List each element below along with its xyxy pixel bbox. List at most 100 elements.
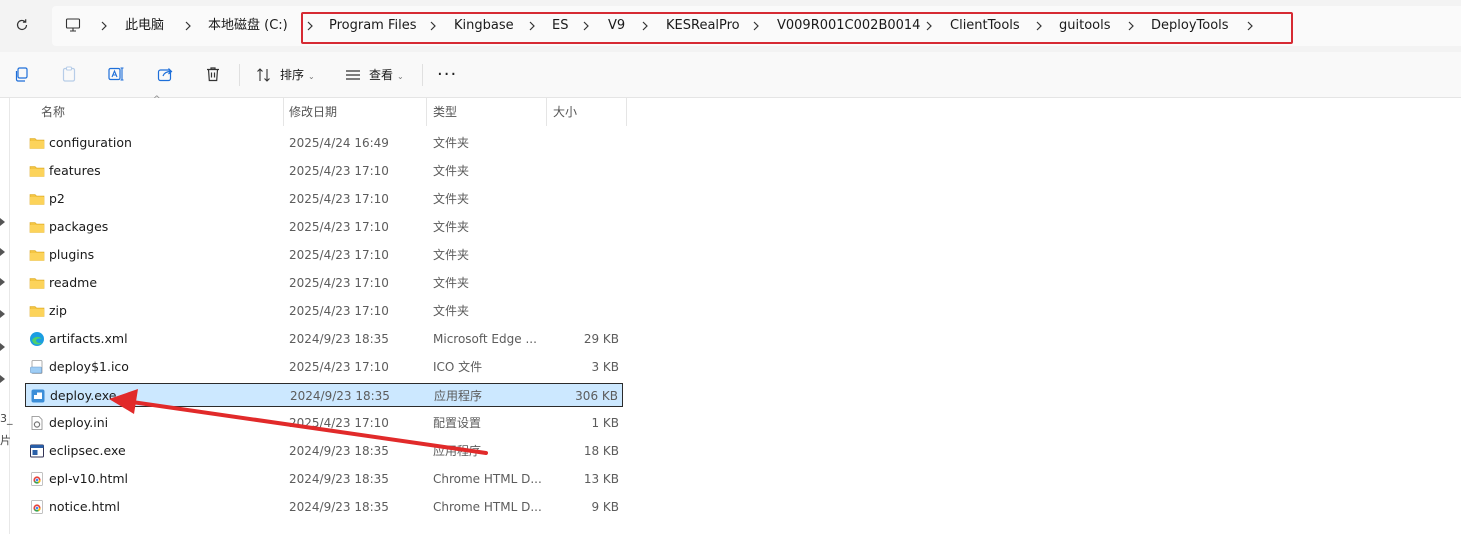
file-date: 2024/9/23 18:35 bbox=[289, 332, 389, 346]
column-divider[interactable] bbox=[546, 98, 547, 126]
chevron-right-icon[interactable] bbox=[1244, 6, 1256, 46]
chevron-right-icon[interactable] bbox=[0, 215, 6, 226]
file-name: deploy$1.ico bbox=[49, 359, 129, 374]
ini-file-icon bbox=[29, 415, 45, 431]
refresh-icon[interactable] bbox=[14, 17, 30, 33]
delete-icon[interactable] bbox=[204, 65, 222, 83]
breadcrumb-drive[interactable]: 本地磁盘 (C:) bbox=[208, 6, 288, 46]
paste-icon[interactable] bbox=[60, 65, 78, 83]
rename-icon[interactable] bbox=[107, 65, 125, 83]
address-bar-row: 此电脑 本地磁盘 (C:) Program Files Kingbase ES … bbox=[0, 0, 1461, 52]
breadcrumb-es[interactable]: ES bbox=[552, 6, 568, 46]
folder-icon bbox=[29, 275, 45, 291]
breadcrumb-kingbase[interactable]: Kingbase bbox=[454, 6, 514, 46]
file-type: 配置设置 bbox=[433, 416, 482, 430]
file-date: 2025/4/23 17:10 bbox=[289, 416, 389, 430]
toolbar-divider bbox=[422, 64, 423, 86]
share-icon[interactable] bbox=[156, 65, 174, 83]
file-type: 应用程序 bbox=[434, 389, 483, 403]
file-row[interactable]: deploy.exe 2024/9/23 18:35 应用程序 306 KB bbox=[25, 383, 623, 407]
chevron-down-icon: ⌄ bbox=[308, 72, 315, 81]
file-date: 2025/4/23 17:10 bbox=[289, 304, 389, 318]
chevron-right-icon[interactable] bbox=[98, 6, 110, 46]
file-type: Chrome HTML D... bbox=[433, 472, 542, 486]
breadcrumb-guitools[interactable]: guitools bbox=[1059, 6, 1111, 46]
column-header-name[interactable]: 名称 bbox=[41, 98, 65, 126]
sort-label: 排序 bbox=[280, 68, 305, 82]
column-divider[interactable] bbox=[283, 98, 284, 126]
file-date: 2025/4/23 17:10 bbox=[289, 220, 389, 234]
breadcrumb-kesrealpro[interactable]: KESRealPro bbox=[666, 6, 740, 46]
folder-icon bbox=[29, 163, 45, 179]
chevron-right-icon[interactable] bbox=[1125, 6, 1137, 46]
sort-icon bbox=[256, 67, 272, 90]
file-date: 2025/4/23 17:10 bbox=[289, 360, 389, 374]
column-header-date[interactable]: 修改日期 bbox=[289, 98, 337, 126]
column-header-size[interactable]: 大小 bbox=[553, 98, 577, 126]
file-row[interactable]: deploy$1.ico 2025/4/23 17:10 ICO 文件 3 KB bbox=[25, 355, 623, 379]
chevron-right-icon[interactable] bbox=[0, 340, 6, 351]
file-row[interactable]: zip 2025/4/23 17:10 文件夹 bbox=[25, 299, 623, 323]
breadcrumb-v9[interactable]: V9 bbox=[608, 6, 625, 46]
file-type: ICO 文件 bbox=[433, 360, 483, 374]
chevron-right-icon[interactable] bbox=[0, 275, 6, 286]
file-date: 2024/9/23 18:35 bbox=[290, 389, 390, 403]
chevron-right-icon[interactable] bbox=[639, 6, 651, 46]
view-menu[interactable]: 查看 ⌄ bbox=[345, 64, 404, 86]
chevron-right-icon[interactable] bbox=[0, 307, 6, 318]
file-size: 306 KB bbox=[575, 389, 618, 403]
file-name: features bbox=[49, 163, 101, 178]
file-type: Microsoft Edge ... bbox=[433, 332, 537, 346]
more-options-button[interactable]: ··· bbox=[437, 64, 457, 85]
edge-icon bbox=[29, 331, 45, 347]
file-type: 文件夹 bbox=[433, 164, 470, 178]
file-name: deploy.ini bbox=[49, 415, 109, 430]
file-row[interactable]: features 2025/4/23 17:10 文件夹 bbox=[25, 159, 623, 183]
file-size: 3 KB bbox=[591, 360, 619, 374]
file-name: zip bbox=[49, 303, 67, 318]
chevron-right-icon[interactable] bbox=[526, 6, 538, 46]
address-bar[interactable]: 此电脑 本地磁盘 (C:) Program Files Kingbase ES … bbox=[52, 6, 1461, 46]
file-row[interactable]: packages 2025/4/23 17:10 文件夹 bbox=[25, 215, 623, 239]
file-row[interactable]: notice.html 2024/9/23 18:35 Chrome HTML D.… bbox=[25, 495, 623, 519]
file-date: 2024/9/23 18:35 bbox=[289, 472, 389, 486]
chevron-right-icon[interactable] bbox=[427, 6, 439, 46]
chevron-right-icon[interactable] bbox=[0, 372, 6, 383]
chevron-right-icon[interactable] bbox=[304, 6, 316, 46]
file-row[interactable]: deploy.ini 2025/4/23 17:10 配置设置 1 KB bbox=[25, 411, 623, 435]
file-name: plugins bbox=[49, 247, 95, 262]
breadcrumb-version[interactable]: V009R001C002B0014 bbox=[777, 6, 920, 46]
column-divider[interactable] bbox=[426, 98, 427, 126]
file-row[interactable]: p2 2025/4/23 17:10 文件夹 bbox=[25, 187, 623, 211]
chevron-right-icon[interactable] bbox=[1033, 6, 1045, 46]
file-date: 2025/4/23 17:10 bbox=[289, 276, 389, 290]
file-row[interactable]: eclipsec.exe 2024/9/23 18:35 应用程序 18 KB bbox=[25, 439, 623, 463]
file-row[interactable]: artifacts.xml 2024/9/23 18:35 Microsoft Ed… bbox=[25, 327, 623, 351]
file-name: eclipsec.exe bbox=[49, 443, 126, 458]
breadcrumb-program-files[interactable]: Program Files bbox=[329, 6, 417, 46]
file-size: 9 KB bbox=[591, 500, 619, 514]
breadcrumb-clienttools[interactable]: ClientTools bbox=[950, 6, 1020, 46]
file-type: Chrome HTML D... bbox=[433, 500, 542, 514]
file-row[interactable]: readme 2025/4/23 17:10 文件夹 bbox=[25, 271, 623, 295]
file-type: 文件夹 bbox=[433, 192, 470, 206]
chevron-right-icon[interactable] bbox=[0, 245, 6, 256]
view-list-icon bbox=[345, 67, 361, 90]
chevron-right-icon[interactable] bbox=[750, 6, 762, 46]
sort-menu[interactable]: 排序 ⌄ bbox=[256, 64, 315, 86]
folder-icon bbox=[29, 303, 45, 319]
file-row[interactable]: plugins 2025/4/23 17:10 文件夹 bbox=[25, 243, 623, 267]
chevron-right-icon[interactable] bbox=[182, 6, 194, 46]
file-type: 文件夹 bbox=[433, 136, 470, 150]
sort-ascending-icon: ^ bbox=[153, 95, 161, 105]
file-row[interactable]: configuration 2025/4/24 16:49 文件夹 bbox=[25, 131, 623, 155]
file-row[interactable]: epl-v10.html 2024/9/23 18:35 Chrome HTML D… bbox=[25, 467, 623, 491]
copy-icon[interactable] bbox=[13, 65, 31, 83]
chevron-right-icon[interactable] bbox=[580, 6, 592, 46]
chevron-right-icon[interactable] bbox=[923, 6, 935, 46]
breadcrumb-deploytools[interactable]: DeployTools bbox=[1151, 6, 1229, 46]
file-type: 文件夹 bbox=[433, 304, 470, 318]
column-divider[interactable] bbox=[626, 98, 627, 126]
breadcrumb-pc[interactable]: 此电脑 bbox=[125, 6, 164, 46]
column-header-type[interactable]: 类型 bbox=[433, 98, 457, 126]
